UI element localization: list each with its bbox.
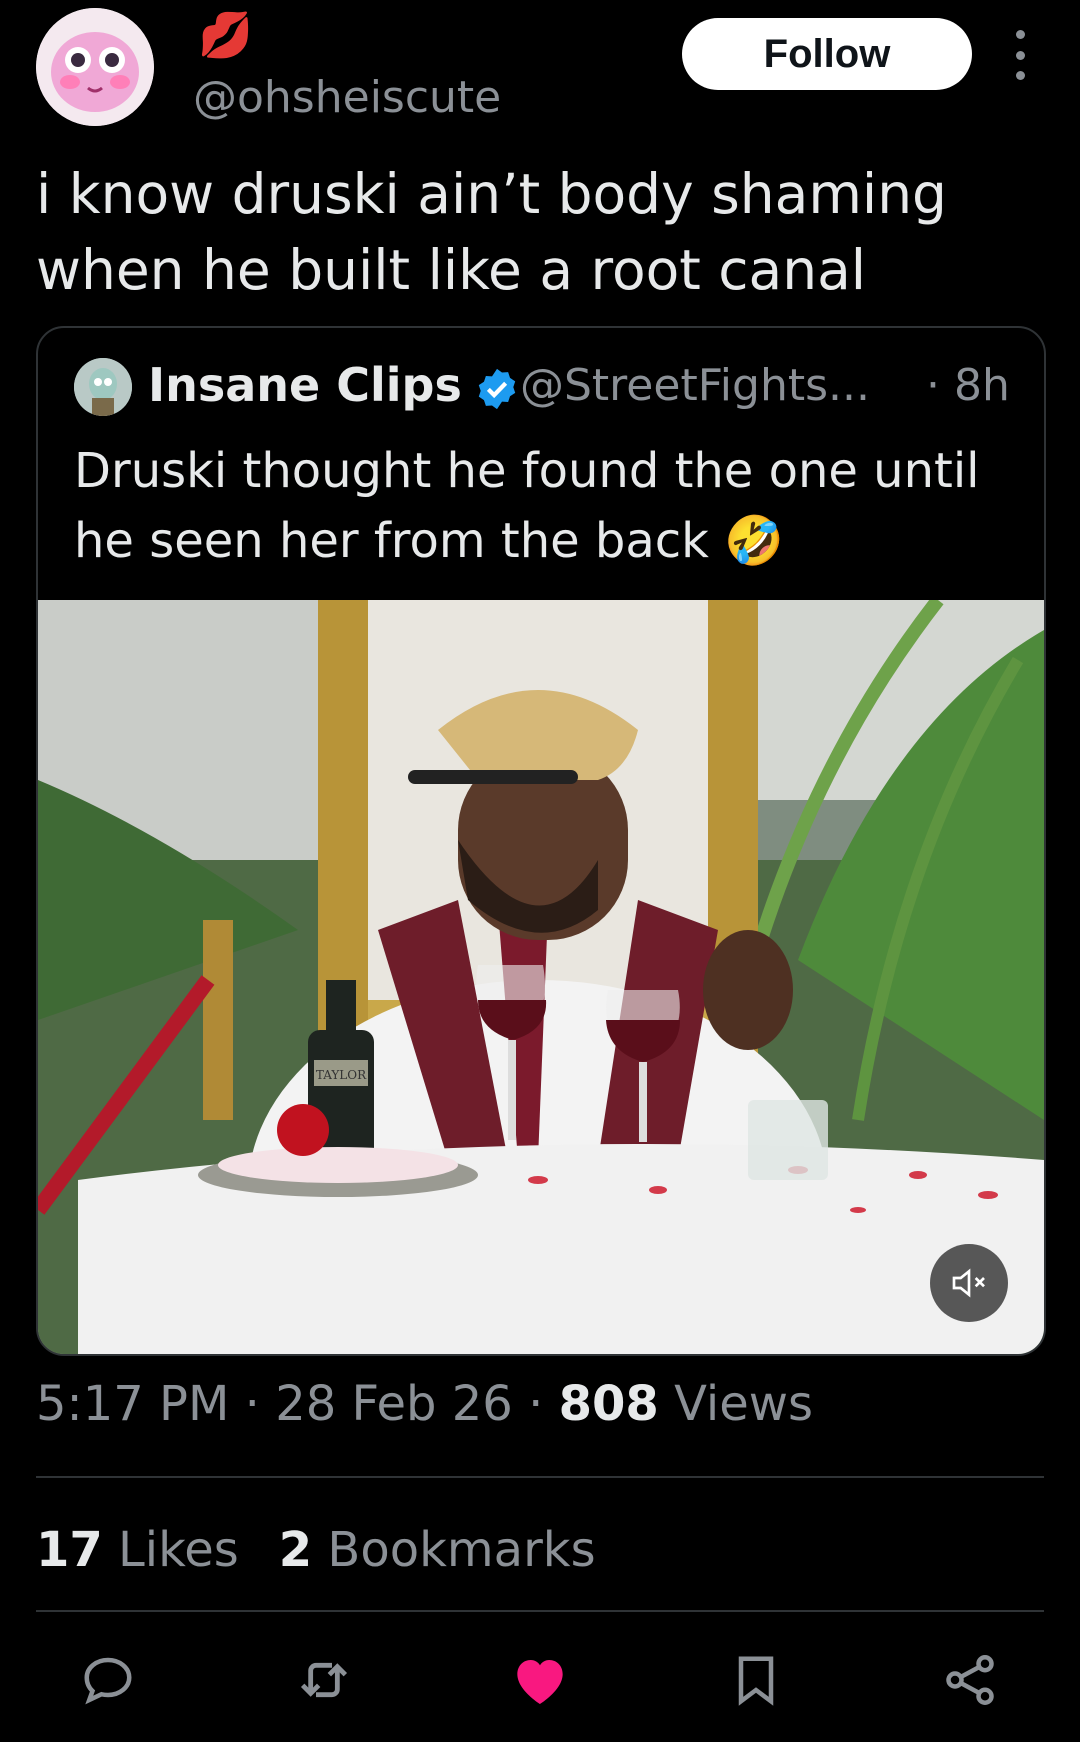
likes-link[interactable]: 17 Likes: [36, 1522, 239, 1578]
quote-author-name[interactable]: Insane Clips: [148, 358, 462, 412]
quote-timestamp: · 8h: [926, 360, 1010, 411]
bookmark-icon[interactable]: [716, 1640, 796, 1720]
post-text-line: i know druski ain’t body shaming: [36, 162, 947, 226]
video-thumbnail[interactable]: TAYLOR: [38, 600, 1044, 1354]
views-label: Views: [658, 1376, 813, 1432]
quote-author-handle: @StreetFights...: [520, 360, 870, 411]
quote-text-line: he seen her from the back 🤣: [74, 513, 784, 569]
repost-icon[interactable]: [284, 1640, 364, 1720]
follow-button[interactable]: Follow: [682, 18, 972, 90]
divider: [36, 1476, 1044, 1478]
bookmarks-count: 2: [278, 1522, 313, 1578]
likes-label: Likes: [102, 1522, 239, 1578]
post-meta: 5:17 PM · 28 Feb 26 · 808 Views: [36, 1376, 813, 1432]
divider: [36, 1610, 1044, 1612]
author-handle[interactable]: @ohsheiscute: [193, 72, 501, 123]
post-time: 5:17 PM: [36, 1376, 230, 1432]
like-icon[interactable]: [500, 1640, 580, 1720]
verified-icon: [478, 368, 516, 410]
mute-icon[interactable]: [930, 1244, 1008, 1322]
quote-text: Druski thought he found the one until he…: [74, 436, 1014, 576]
likes-count: 17: [36, 1522, 103, 1578]
bookmarks-label: Bookmarks: [312, 1522, 596, 1578]
meta-separator: ·: [229, 1376, 276, 1432]
post-text: i know druski ain’t body shaming when he…: [36, 156, 1036, 308]
quote-text-line: Druski thought he found the one until: [74, 443, 980, 499]
video-frame-illustration: TAYLOR: [38, 600, 1044, 1354]
views-count: 808: [558, 1376, 659, 1432]
share-icon[interactable]: [930, 1640, 1010, 1720]
bookmarks-link[interactable]: 2 Bookmarks: [279, 1522, 596, 1578]
more-icon[interactable]: [1010, 30, 1030, 80]
author-avatar[interactable]: [36, 8, 154, 126]
bottle-label: TAYLOR: [316, 1068, 367, 1082]
quote-author-avatar: [74, 358, 132, 416]
post-text-line: when he built like a root canal: [36, 238, 867, 302]
engagement-stats: 17 Likes 2 Bookmarks: [36, 1522, 596, 1578]
post-date: 28 Feb 26: [275, 1376, 513, 1432]
action-bar: [0, 1640, 1080, 1720]
meta-separator: ·: [512, 1376, 559, 1432]
reply-icon[interactable]: [68, 1640, 148, 1720]
author-display-name: 💋: [198, 10, 253, 61]
quoted-post[interactable]: Insane Clips @StreetFights... · 8h Drusk…: [36, 326, 1046, 1356]
